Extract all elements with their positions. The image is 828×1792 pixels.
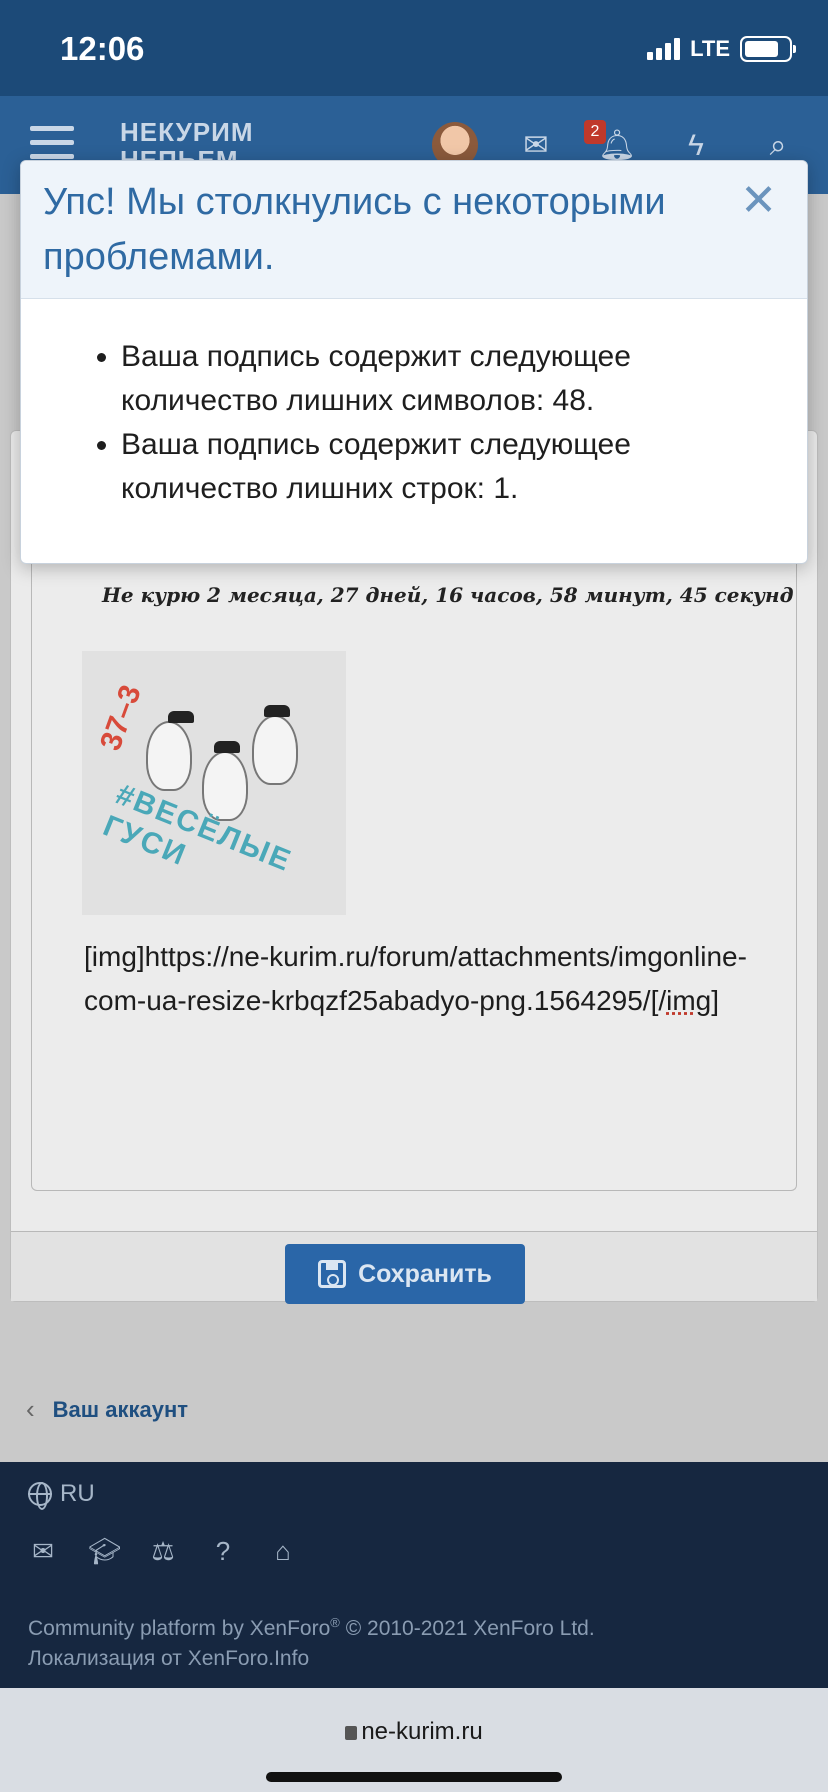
copyright-text: Community platform by XenForo® © 2010-20…	[28, 1608, 595, 1674]
copyright-part1[interactable]: Community platform by XenForo	[28, 1617, 330, 1640]
dialog-body: Ваша подпись содержит следующее количест…	[21, 299, 807, 511]
status-bar: 12:06 LTE	[0, 0, 828, 96]
battery-icon	[740, 36, 796, 62]
globe-icon	[28, 1482, 52, 1510]
network-type: LTE	[690, 36, 730, 61]
footer-links: ✉ 🎓︎ ⚖ ? ⌂	[28, 1536, 298, 1567]
url-display[interactable]: ne-kurim.ru	[0, 1718, 828, 1746]
copyright-line1: Community platform by XenForo® © 2010-20…	[28, 1608, 595, 1644]
error-item: Ваша подпись содержит следующее количест…	[121, 335, 767, 423]
goose-figure	[202, 751, 248, 821]
logo-line1: НЕКУРИМ	[120, 117, 254, 147]
copyright-line2[interactable]: Локализация от XenForo.Info	[28, 1644, 595, 1674]
form-footer: Сохранить	[11, 1231, 817, 1304]
back-link-label: Ваш аккаунт	[52, 1396, 189, 1422]
signature-image-geese: 37–3 #ВЕСЁЛЫЕ ГУСИ	[82, 651, 346, 915]
dialog-title: Упс! Мы столкнулись с некоторыми проблем…	[43, 181, 666, 278]
language-chooser[interactable]: RU	[28, 1480, 95, 1510]
chevron-left-icon: ‹	[26, 1394, 35, 1424]
save-icon	[318, 1260, 347, 1288]
copyright-part2: © 2010-2021 XenForo Ltd.	[339, 1617, 595, 1640]
help-icon[interactable]: ?	[208, 1536, 238, 1567]
signal-icon	[647, 38, 681, 60]
img-bbcode-text: [img]https://ne-kurim.ru/forum/attachmen…	[84, 935, 784, 1023]
contact-mail-icon[interactable]: ✉	[28, 1536, 58, 1567]
language-label: RU	[60, 1480, 95, 1507]
error-list: Ваша подпись содержит следующее количест…	[121, 335, 767, 511]
img-bbcode-suffix: ]	[711, 985, 720, 1016]
browser-address-bar[interactable]: ne-kurim.ru	[0, 1688, 828, 1792]
scales-icon[interactable]: ⚖	[148, 1536, 178, 1567]
home-icon[interactable]: ⌂	[268, 1536, 298, 1567]
status-indicators: LTE	[647, 36, 796, 62]
geese-number-text: 37–3	[93, 680, 148, 755]
goose-figure	[252, 715, 298, 785]
hat-shape	[214, 741, 240, 753]
save-button[interactable]: Сохранить	[285, 1244, 525, 1304]
registered-mark: ®	[330, 1615, 340, 1630]
hat-shape	[264, 705, 290, 717]
img-bbcode-prefix: [img]https://ne-kurim.ru/forum/attachmen…	[84, 941, 747, 1016]
close-icon[interactable]: ✕	[740, 179, 777, 223]
error-dialog: Упс! Мы столкнулись с некоторыми проблем…	[20, 160, 808, 564]
url-text: ne-kurim.ru	[361, 1718, 483, 1745]
site-footer: RU ✉ 🎓︎ ⚖ ? ⌂ Community platform by XenF…	[0, 1462, 828, 1688]
error-item: Ваша подпись содержит следующее количест…	[121, 423, 767, 511]
save-label: Сохранить	[358, 1259, 492, 1288]
hat-shape	[168, 711, 194, 723]
home-indicator[interactable]	[266, 1772, 562, 1782]
breadcrumb-back-link[interactable]: ‹ Ваш аккаунт	[26, 1394, 188, 1425]
lock-icon	[345, 1726, 358, 1740]
quit-counter-text: Не курю 2 месяца, 27 дней, 16 часов, 58 …	[102, 583, 794, 607]
notification-badge: 2	[584, 120, 606, 144]
dialog-header: Упс! Мы столкнулись с некоторыми проблем…	[21, 161, 807, 299]
goose-figure	[146, 721, 192, 791]
spellcheck-word: img	[666, 985, 712, 1016]
status-time: 12:06	[60, 30, 145, 67]
graduation-cap-icon[interactable]: 🎓︎	[88, 1536, 121, 1567]
